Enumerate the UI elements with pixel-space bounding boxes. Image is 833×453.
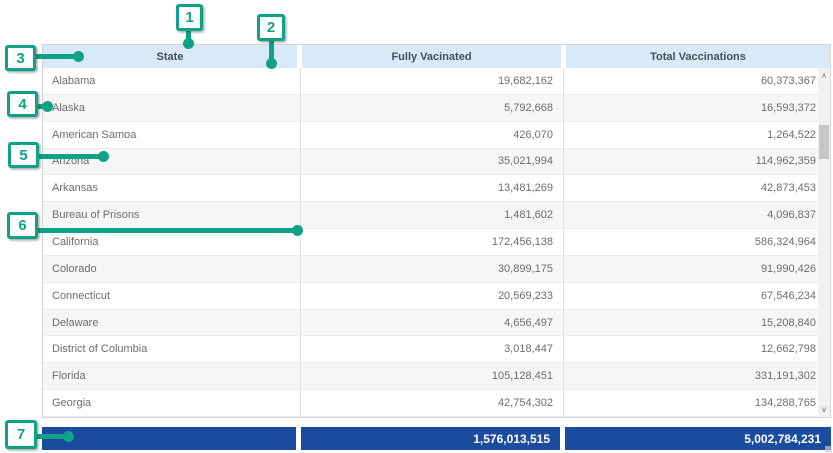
cell-state: Bureau of Prisons [43,202,300,228]
column-header-fully-vacinated[interactable]: Fully Vacinated [302,45,561,68]
cell-state: District of Columbia [43,336,300,362]
table-row[interactable]: Connecticut20,569,23367,546,234 [43,283,830,310]
table-row[interactable]: District of Columbia3,018,44712,662,798 [43,336,830,363]
totals-cell-fully-vacinated: 1,576,013,515 [301,427,560,450]
cell-state: Arkansas [43,175,300,201]
cell-state: Arizona [43,149,300,175]
callout-number-4: 4 [7,91,38,117]
callout-number-1: 1 [176,4,203,31]
cell-state: Georgia [43,390,300,416]
cell-fully: 172,456,138 [300,229,563,255]
cell-fully: 19,682,162 [300,68,563,94]
callout-number-5: 5 [8,142,39,168]
table-row[interactable]: Georgia42,754,302134,288,765 [43,390,830,417]
dashboard-canvas: State Fully Vacinated Total Vaccinations… [0,0,833,453]
table-row[interactable]: Delaware4,656,49715,208,840 [43,310,830,337]
cell-fully: 426,070 [300,122,563,148]
cell-fully: 30,899,175 [300,256,563,282]
callout-number-3: 3 [5,45,36,71]
cell-state: Florida [43,363,300,389]
callout-line [186,28,191,43]
table-body: Alabama19,682,16260,373,367Alaska5,792,6… [43,68,830,417]
cell-total: 331,191,302 [563,363,830,389]
cell-total: 114,962,359 [563,149,830,175]
cell-total: 16,593,372 [563,95,830,121]
cell-total: 15,208,840 [563,310,830,336]
cell-fully: 4,656,497 [300,310,563,336]
cell-state: California [43,229,300,255]
scroll-down-icon[interactable]: ∨ [818,403,830,416]
cell-total: 12,662,798 [563,336,830,362]
cell-state: Connecticut [43,283,300,309]
table-row[interactable]: California172,456,138586,324,964 [43,229,830,256]
vaccination-table: State Fully Vacinated Total Vaccinations… [42,44,831,418]
vertical-scrollbar[interactable]: ∧ ∨ [818,68,830,417]
cell-fully: 1,481,602 [300,202,563,228]
cell-fully: 13,481,269 [300,175,563,201]
callout-number-2: 2 [257,14,285,41]
cell-total: 1,264,522 [563,122,830,148]
cell-total: 134,288,765 [563,390,830,416]
cell-fully: 42,754,302 [300,390,563,416]
cell-fully: 105,128,451 [300,363,563,389]
cell-state: Delaware [43,310,300,336]
table-row[interactable]: Arizona35,021,994114,962,359 [43,149,830,176]
cell-state: Alabama [43,68,300,94]
cell-fully: 5,792,668 [300,95,563,121]
callout-number-6: 6 [7,212,38,239]
cell-fully: 3,018,447 [300,336,563,362]
resize-grip-icon [825,446,832,452]
cell-state: Alaska [43,95,300,121]
table-row[interactable]: Alabama19,682,16260,373,367 [43,68,830,95]
table-row[interactable]: Colorado30,899,17591,990,426 [43,256,830,283]
table-row[interactable]: Arkansas13,481,26942,873,453 [43,175,830,202]
callout-number-7: 7 [5,420,37,449]
table-row[interactable]: Florida105,128,451331,191,302 [43,363,830,390]
totals-row: 1,576,013,515 5,002,784,231 [42,427,831,450]
table-header-row: State Fully Vacinated Total Vaccinations [43,45,830,68]
cell-fully: 20,569,233 [300,283,563,309]
totals-cell-total-vaccinations: 5,002,784,231 [565,427,831,450]
cell-total: 60,373,367 [563,68,830,94]
column-header-state[interactable]: State [43,45,297,68]
cell-total: 91,990,426 [563,256,830,282]
cell-state: Colorado [43,256,300,282]
scroll-up-icon[interactable]: ∧ [818,69,830,82]
table-row[interactable]: Alaska5,792,66816,593,372 [43,95,830,122]
cell-total: 4,096,837 [563,202,830,228]
cell-total: 67,546,234 [563,283,830,309]
cell-total: 42,873,453 [563,175,830,201]
cell-total: 586,324,964 [563,229,830,255]
totals-cell-state [42,427,296,450]
scrollbar-thumb[interactable] [819,125,829,159]
cell-state: American Samoa [43,122,300,148]
column-header-total-vaccinations[interactable]: Total Vaccinations [566,45,830,68]
table-row[interactable]: American Samoa426,0701,264,522 [43,122,830,149]
cell-fully: 35,021,994 [300,149,563,175]
table-row[interactable]: Bureau of Prisons1,481,6024,096,837 [43,202,830,229]
